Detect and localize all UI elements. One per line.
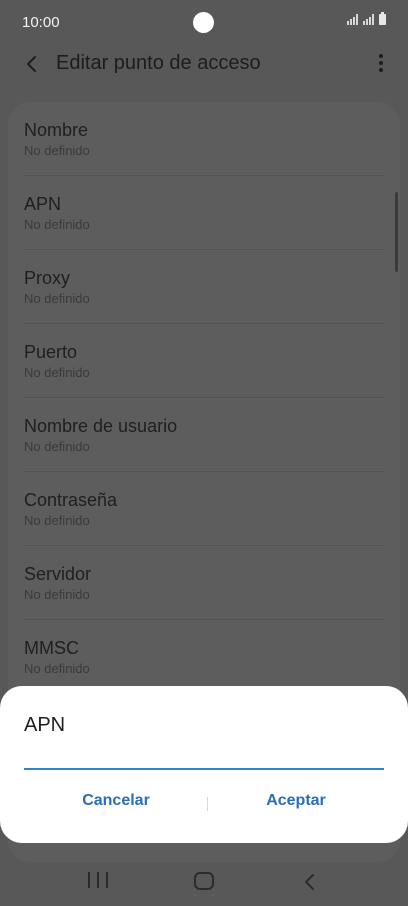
apn-edit-dialog: APN Cancelar Aceptar	[0, 686, 408, 843]
home-icon[interactable]	[194, 872, 214, 890]
signal-icon	[347, 14, 358, 25]
nav-back-icon[interactable]	[302, 871, 318, 893]
status-bar: 10:00	[0, 0, 408, 46]
accept-button[interactable]: Aceptar	[206, 782, 386, 820]
camera-cutout	[193, 12, 214, 33]
list-item-label: Servidor	[24, 564, 92, 584]
list-item-label: Proxy	[24, 268, 71, 288]
list-item-proxy[interactable]: Proxy No definido	[8, 250, 400, 324]
list-item-puerto[interactable]: Puerto No definido	[8, 324, 400, 398]
list-item-nombre-de-usuario[interactable]: Nombre de usuario No definido	[8, 398, 400, 472]
scroll-indicator[interactable]	[395, 192, 398, 272]
battery-icon	[379, 12, 386, 25]
status-time: 10:00	[22, 14, 60, 31]
list-item-label: Puerto	[24, 342, 78, 362]
list-item-value: No definido	[24, 587, 90, 602]
apn-input[interactable]	[24, 746, 384, 770]
list-item-apn[interactable]: APN No definido	[8, 176, 400, 250]
list-item-value: No definido	[24, 513, 90, 528]
list-item-value: No definido	[24, 217, 90, 232]
list-item-nombre[interactable]: Nombre No definido	[8, 102, 400, 176]
status-icons	[347, 12, 386, 25]
navigation-bar	[0, 858, 408, 906]
app-header: Editar punto de acceso	[0, 46, 408, 86]
list-item-servidor[interactable]: Servidor No definido	[8, 546, 400, 620]
list-item-value: No definido	[24, 143, 90, 158]
list-item-label: MMSC	[24, 638, 79, 658]
more-options-icon[interactable]	[376, 54, 386, 76]
list-item-contrasena[interactable]: Contraseña No definido	[8, 472, 400, 546]
list-item-value: No definido	[24, 439, 90, 454]
list-item-value: No definido	[24, 661, 90, 676]
cancel-button[interactable]: Cancelar	[26, 782, 206, 820]
apn-settings-list: Nombre No definido APN No definido Proxy…	[8, 102, 400, 694]
dialog-title: APN	[24, 714, 66, 736]
list-item-label: Nombre de usuario	[24, 416, 178, 436]
list-item-label: Nombre	[24, 120, 89, 140]
list-item-value: No definido	[24, 291, 90, 306]
back-arrow-icon[interactable]	[22, 52, 42, 76]
signal-icon-2	[363, 14, 374, 25]
page-title: Editar punto de acceso	[56, 52, 261, 74]
list-item-label: APN	[24, 194, 62, 214]
list-item-label: Contraseña	[24, 490, 118, 510]
list-item-mmsc[interactable]: MMSC No definido	[8, 620, 400, 694]
list-item-value: No definido	[24, 365, 90, 380]
recents-icon[interactable]	[88, 872, 108, 890]
